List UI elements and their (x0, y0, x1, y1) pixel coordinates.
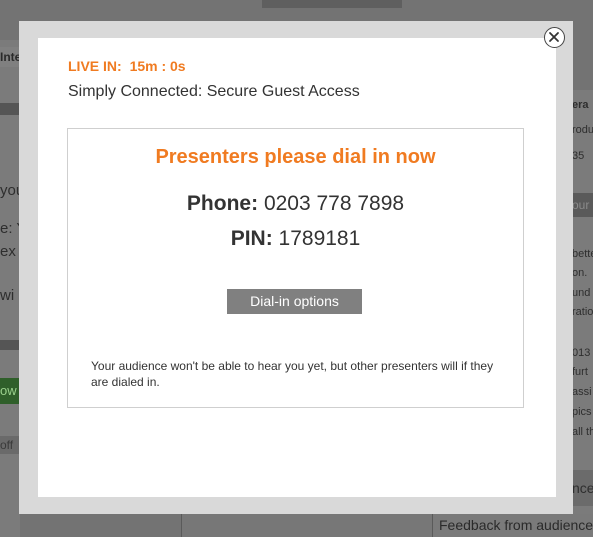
background-left-text: e: Y (0, 220, 20, 237)
background-top-bar (262, 0, 402, 8)
background-right-text: 013 (572, 347, 591, 359)
background-left-green-button: ow (0, 378, 20, 404)
background-right-box: nce (572, 470, 593, 506)
background-right-text: furt (572, 366, 588, 378)
countdown-value: 15m : 0s (129, 58, 186, 74)
phone-number: 0203 778 7898 (263, 192, 405, 215)
pin-row: PIN: 1789181 (68, 227, 523, 251)
close-button[interactable] (544, 27, 565, 48)
background-right-header: era (572, 99, 589, 111)
dial-in-heading: Presenters please dial in now (155, 146, 436, 168)
event-title: Simply Connected: Secure Guest Access (68, 83, 360, 100)
background-right-text: pics (572, 406, 592, 418)
live-countdown: LIVE IN: 15m : 0s (68, 58, 186, 74)
background-right-bar: our (572, 193, 593, 217)
background-bottom-panel (181, 514, 432, 537)
background-left-text: wi (0, 287, 15, 304)
background-left-divider (0, 340, 20, 350)
live-label: LIVE IN: (68, 58, 122, 74)
background-left-divider (0, 103, 20, 115)
background-right-text: bette (572, 248, 593, 260)
dial-in-panel: Presenters please dial in now Phone: 020… (67, 128, 524, 408)
background-right-text: und (572, 287, 591, 299)
dial-in-options-button[interactable]: Dial-in options (227, 289, 362, 314)
background-left-button: off (0, 436, 20, 454)
feedback-tab: Feedback from audience (432, 514, 593, 537)
background-right-text: all th (572, 426, 593, 438)
audience-notice: Your audience won't be able to hear you … (91, 359, 494, 389)
close-icon (549, 32, 559, 42)
background-left-text: you (0, 182, 20, 199)
background-right-text: 35 (572, 150, 585, 162)
background-left-header: Inte (0, 47, 20, 67)
background-right-text: rodu (572, 124, 593, 136)
pin-label: PIN: (230, 227, 273, 250)
phone-row: Phone: 0203 778 7898 (68, 192, 523, 216)
background-right-text: assi (572, 386, 592, 398)
background-right-text: ratio (572, 306, 593, 318)
background-left-text: ex (0, 243, 16, 260)
phone-label: Phone: (186, 192, 259, 215)
pin-number: 1789181 (278, 227, 361, 250)
background-right-text: on. (572, 267, 588, 279)
